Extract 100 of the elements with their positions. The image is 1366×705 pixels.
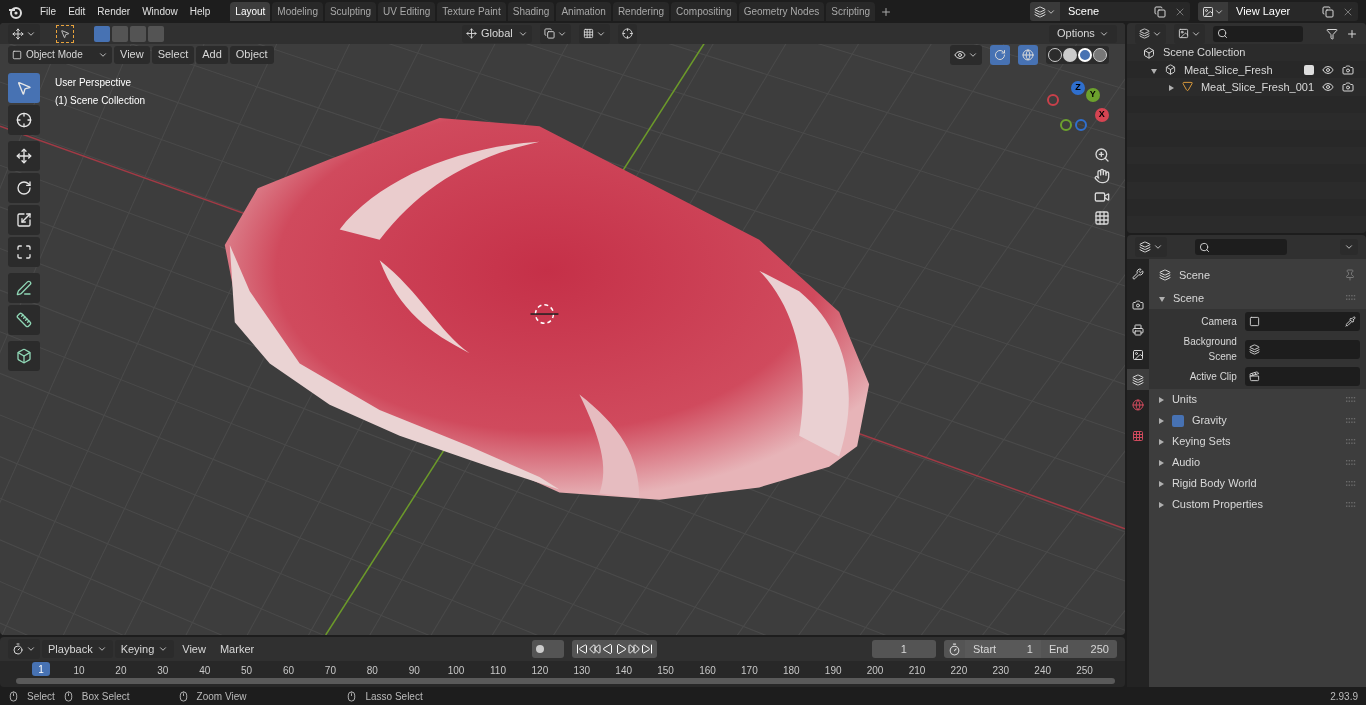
frame-number: 30 (156, 664, 170, 678)
caret-icon (1158, 460, 1164, 467)
overlay-toggle[interactable] (1017, 44, 1038, 65)
end-frame-field[interactable]: End 250 (1040, 640, 1117, 658)
pin-icon[interactable] (1344, 269, 1356, 281)
checker-icon (1131, 429, 1144, 442)
workspace-tab[interactable]: Sculpting (324, 2, 377, 21)
visibility-dropdown[interactable] (949, 44, 982, 65)
orientation-dropdown[interactable]: Global (462, 24, 532, 43)
axis-z-handle[interactable]: Z (1070, 81, 1085, 95)
tool-button[interactable] (8, 237, 40, 267)
scene-selector[interactable]: Scene (1030, 2, 1190, 21)
panel-header[interactable]: Gravity (1154, 410, 1360, 431)
workspace-tab[interactable]: Texture Paint (437, 2, 506, 21)
exclude-checkbox[interactable] (1304, 64, 1314, 75)
workspace-tab[interactable]: Compositing (671, 2, 737, 21)
workspace-tab[interactable]: Animation (556, 2, 611, 21)
workspace-tab[interactable]: Rendering (612, 2, 670, 21)
tool-button[interactable] (8, 205, 40, 235)
workspace-tab[interactable]: Shading (507, 2, 555, 21)
workspace-tab[interactable]: Scripting (826, 2, 876, 21)
header-menu[interactable]: Add (196, 45, 228, 64)
gizmo-toggle[interactable] (989, 44, 1010, 65)
frame-number: 40 (198, 664, 212, 678)
filter-icon[interactable] (1326, 27, 1338, 40)
image-icon (1177, 28, 1189, 39)
rotate-icon (16, 180, 32, 196)
object-field[interactable] (1244, 367, 1360, 386)
axis-negative-handle[interactable] (1059, 119, 1072, 131)
header-menu[interactable]: View (114, 45, 150, 64)
workspace-tab[interactable]: Modeling (272, 2, 323, 21)
workspace-tab[interactable]: Layout (230, 2, 271, 21)
search-field[interactable] (1194, 239, 1287, 255)
header-menu[interactable]: Select (151, 45, 195, 64)
blender-logo-icon (8, 4, 22, 19)
transform-pivot-dropdown[interactable] (8, 23, 40, 44)
menu-item[interactable]: Window (136, 4, 184, 19)
chevron-down-icon (26, 644, 36, 654)
frame-field[interactable]: 1 (871, 640, 936, 658)
frame-number: 20 (114, 664, 128, 678)
grid-icon[interactable] (1093, 210, 1110, 226)
axis-negative-handle[interactable] (1046, 94, 1059, 106)
tool-button[interactable] (8, 141, 40, 171)
workspace-tab[interactable]: Geometry Nodes (738, 2, 825, 21)
editor-type-dropdown[interactable] (8, 639, 40, 659)
header-menu[interactable]: Object (229, 45, 274, 64)
proportional-edit-dropdown[interactable] (618, 23, 637, 44)
tool-button[interactable] (8, 341, 40, 371)
shading-mode-group[interactable] (1045, 45, 1109, 64)
new-collection-icon[interactable] (1346, 27, 1358, 40)
eye-icon[interactable] (1322, 63, 1334, 76)
axis-negative-handle[interactable] (1074, 119, 1087, 131)
chevron-down-icon (158, 644, 169, 654)
display-mode-dropdown[interactable] (1134, 23, 1166, 44)
menu-item[interactable]: Render (91, 4, 137, 19)
object-field[interactable] (1244, 339, 1360, 359)
timeline-menu[interactable]: View (176, 640, 212, 658)
mode-dropdown[interactable]: Object Mode (8, 45, 112, 64)
tool-button[interactable] (8, 105, 40, 135)
frame-number: 180 (781, 664, 801, 678)
panel-header[interactable]: Custom Properties (1154, 494, 1360, 515)
view-layer-selector[interactable]: View Layer (1198, 2, 1358, 21)
menu-item[interactable]: Edit (62, 4, 92, 19)
panel-header[interactable]: Scene (1154, 287, 1360, 309)
panel-header[interactable]: Rigid Body World (1154, 473, 1360, 494)
options-button[interactable]: Options (1048, 24, 1117, 43)
tool-button[interactable] (8, 273, 40, 303)
record-button[interactable] (532, 640, 565, 658)
playback-controls[interactable] (572, 640, 658, 658)
view-layer-dropdown[interactable] (1173, 23, 1205, 44)
menu-item[interactable]: File (34, 4, 63, 19)
editor-type-dropdown[interactable] (1134, 237, 1167, 257)
snap-target-dropdown[interactable] (579, 23, 610, 44)
tool-button[interactable] (8, 173, 40, 203)
viewport-info-text: (1) Scene Collection (55, 94, 146, 108)
gravity-checkbox[interactable] (1171, 414, 1184, 427)
frame-number: 110 (489, 664, 507, 678)
mouse-icon (8, 690, 19, 702)
menu-item[interactable]: Help (183, 4, 217, 19)
axis-y-handle[interactable]: Y (1085, 88, 1100, 102)
object-field[interactable] (1244, 312, 1360, 331)
eye-icon[interactable] (1322, 80, 1334, 93)
timeline-scrollbar[interactable] (16, 678, 1115, 684)
snap-dropdown[interactable] (540, 23, 571, 44)
zoom-icon[interactable] (1093, 147, 1110, 163)
panel-header[interactable]: Units (1154, 389, 1360, 410)
selection-mode-group[interactable] (94, 25, 164, 42)
panel-header[interactable]: Keying Sets (1154, 431, 1360, 452)
timeline-menu[interactable]: Keying (114, 640, 175, 658)
axis-x-handle[interactable]: X (1094, 108, 1109, 122)
workspace-tab[interactable]: UV Editing (378, 2, 436, 21)
timeline-menu[interactable]: Playback (42, 640, 113, 658)
panel-header[interactable]: Audio (1154, 452, 1360, 473)
tool-button[interactable] (8, 305, 40, 335)
timeline-menu[interactable]: Marker (213, 640, 261, 658)
hand-icon[interactable] (1093, 168, 1110, 184)
properties-tab[interactable] (1126, 369, 1149, 390)
start-frame-field[interactable]: Start 1 (964, 640, 1041, 658)
search-field[interactable] (1212, 25, 1303, 42)
current-frame-indicator[interactable]: 1 (32, 662, 50, 676)
